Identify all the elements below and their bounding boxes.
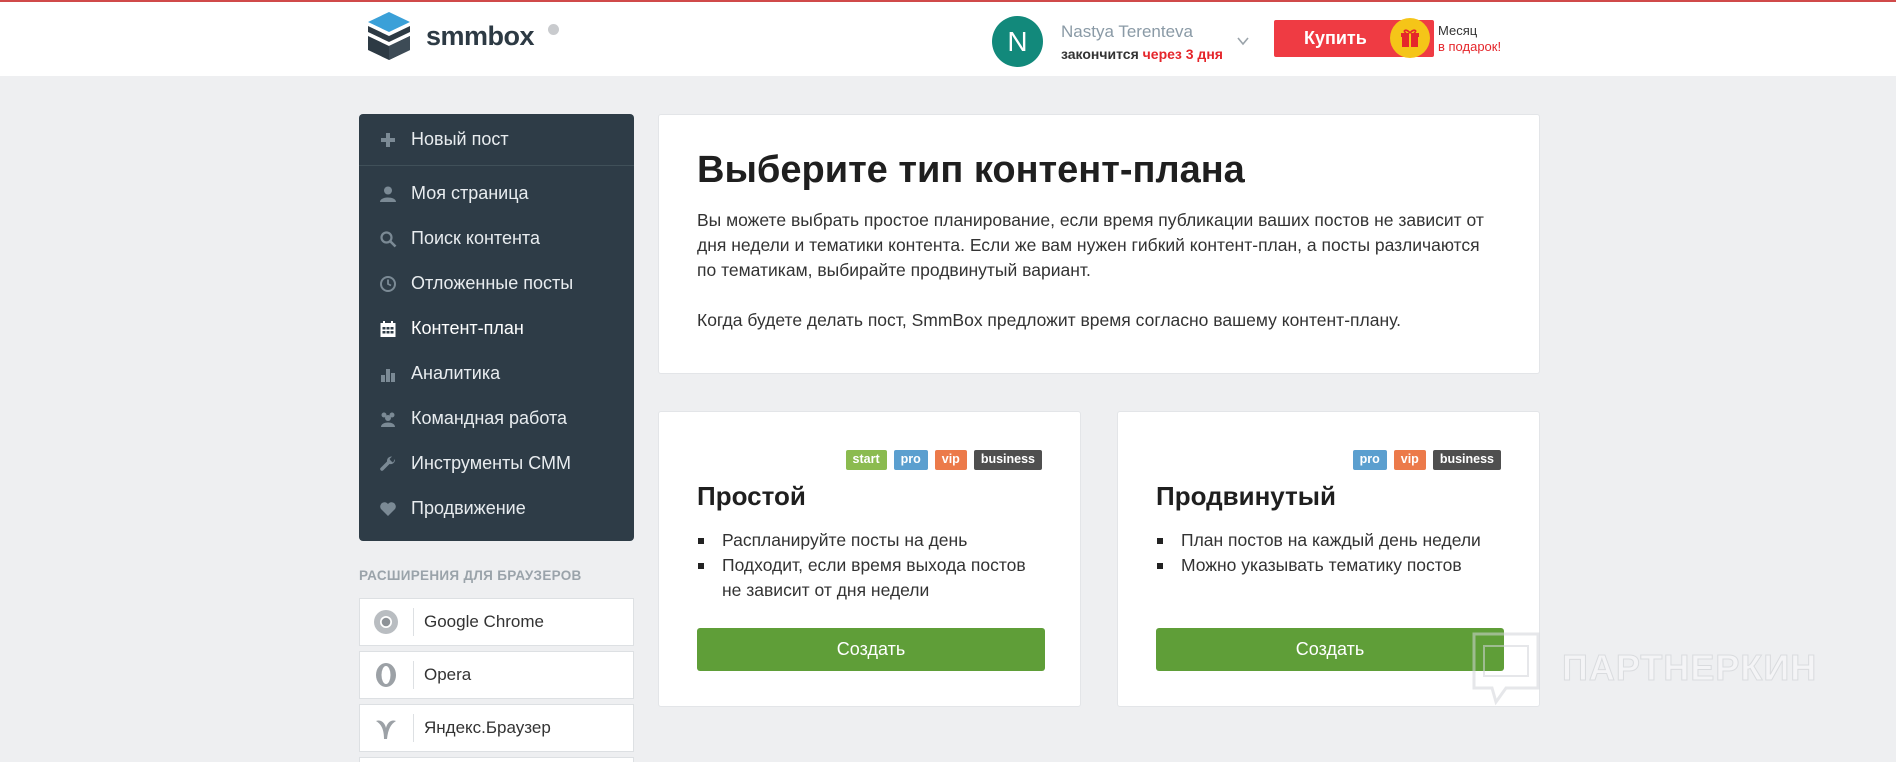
sidebar-nav: Новый пост Моя страница Поиск контента О…: [359, 114, 634, 541]
plan-features: План постов на каждый день недели Можно …: [1156, 528, 1505, 578]
badge-pro: pro: [1352, 450, 1387, 470]
intro-paragraph: Вы можете выбрать простое планирование, …: [697, 210, 1484, 280]
extension-label: Opera: [424, 665, 472, 684]
list-item: Подходит, если время выхода постов не за…: [697, 553, 1046, 603]
search-icon: [380, 230, 397, 247]
sidebar-item-content-plan[interactable]: Контент-план: [359, 306, 634, 351]
extension-partial: [359, 757, 634, 762]
badge-vip: vip: [934, 450, 967, 470]
badge-business: business: [973, 450, 1042, 470]
create-label: Создать: [1295, 639, 1365, 659]
badge-start: start: [845, 450, 887, 470]
wrench-icon: [380, 455, 396, 471]
sidebar-item-label: Инструменты СММ: [411, 453, 572, 473]
plan-badges: start pro vip business: [845, 450, 1042, 470]
watermark-text: ПАРТНЕРКИН: [1561, 647, 1818, 689]
sidebar-item-my-page[interactable]: Моя страница: [359, 171, 634, 216]
user-name: Nastya Terenteva: [1061, 21, 1193, 41]
team-icon: [381, 412, 395, 427]
sidebar-item-smm-tools[interactable]: Инструменты СММ: [359, 441, 634, 486]
sidebar-item-teamwork[interactable]: Командная работа: [359, 396, 634, 441]
opera-icon: [376, 663, 396, 687]
sidebar-item-label: Моя страница: [411, 183, 529, 203]
chevron-down-icon[interactable]: [1236, 34, 1250, 48]
list-item: Распланируйте посты на день: [697, 528, 1046, 553]
sidebar-item-content-search[interactable]: Поиск контента: [359, 216, 634, 261]
intro-paragraph: Когда будете делать пост, SmmBox предлож…: [697, 310, 1401, 330]
chrome-icon: [374, 610, 398, 634]
user-icon: [380, 186, 396, 202]
feature-text: Распланируйте посты на день: [722, 530, 968, 550]
sidebar-item-label: Командная работа: [411, 408, 568, 428]
buy-label: Купить: [1304, 28, 1367, 48]
promo-line-2: в подарок!: [1438, 39, 1502, 54]
expires-value: через 3 дня: [1142, 45, 1223, 62]
extension-chrome[interactable]: Google Chrome: [359, 598, 634, 646]
subscription-status: закончится через 3 дня: [1061, 46, 1223, 62]
sidebar-item-label: Новый пост: [411, 129, 509, 149]
feature-text: Можно указывать тематику постов: [1181, 555, 1462, 575]
create-label: Создать: [836, 639, 906, 659]
badge-business: business: [1432, 450, 1501, 470]
sidebar-item-label: Контент-план: [411, 318, 524, 338]
top-header: smmbox N Nastya Terenteva закончится чер…: [0, 0, 1896, 76]
sidebar-item-label: Продвижение: [411, 498, 526, 518]
intro-card: Выберите тип контент-плана Вы можете выб…: [658, 114, 1540, 374]
plan-title: Продвинутый: [1156, 481, 1336, 511]
sidebar-item-promotion[interactable]: Продвижение: [359, 486, 634, 531]
promo-line-1: Месяц: [1438, 23, 1478, 38]
feature-text: План постов на каждый день недели: [1181, 530, 1481, 550]
sidebar-item-new-post[interactable]: Новый пост: [359, 114, 634, 166]
logo-icon: [368, 12, 410, 60]
watermark: ПАРТНЕРКИН: [1470, 630, 1817, 706]
extension-opera[interactable]: Opera: [359, 651, 634, 699]
expires-prefix: закончится: [1061, 45, 1139, 62]
extensions-title: РАСШИРЕНИЯ ДЛЯ БРАУЗЕРОВ: [359, 568, 582, 583]
calendar-icon: [380, 320, 396, 337]
bar-chart-icon: [381, 368, 395, 382]
sidebar-item-label: Поиск контента: [411, 228, 540, 248]
watermark-logo-icon: [1472, 632, 1540, 706]
create-simple-button[interactable]: Создать: [697, 628, 1045, 671]
sidebar-item-label: Отложенные посты: [411, 273, 574, 293]
badge-pro: pro: [893, 450, 928, 470]
plan-title: Простой: [697, 481, 806, 511]
logo[interactable]: smmbox: [366, 10, 535, 62]
extension-yandex[interactable]: Яндекс.Браузер: [359, 704, 634, 752]
plus-icon: [381, 132, 395, 147]
plan-badges: pro vip business: [1352, 450, 1501, 470]
list-item: Можно указывать тематику постов: [1156, 553, 1505, 578]
feature-text: Подходит, если время выхода постов не за…: [722, 555, 1026, 600]
heart-icon: [380, 501, 396, 516]
list-item: План постов на каждый день недели: [1156, 528, 1505, 553]
badge-vip: vip: [1393, 450, 1426, 470]
page-title: Выберите тип контент-плана: [697, 149, 1245, 191]
sidebar-item-label: Аналитика: [411, 363, 501, 383]
clock-icon: [380, 275, 396, 292]
avatar: N: [992, 16, 1043, 67]
sidebar-item-analytics[interactable]: Аналитика: [359, 351, 634, 396]
promo-text[interactable]: Месяц в подарок!: [1438, 23, 1501, 55]
create-advanced-button[interactable]: Создать: [1156, 628, 1504, 671]
gift-icon[interactable]: [1390, 18, 1430, 58]
status-dot: [548, 24, 559, 35]
yandex-browser-icon: [376, 720, 396, 739]
sidebar-item-scheduled-posts[interactable]: Отложенные посты: [359, 261, 634, 306]
plan-features: Распланируйте посты на день Подходит, ес…: [697, 528, 1046, 603]
user-menu[interactable]: N Nastya Terenteva закончится через 3 дн…: [992, 16, 1223, 67]
logo-text: smmbox: [426, 20, 535, 51]
extension-label: Google Chrome: [424, 612, 545, 631]
plan-card-simple: start pro vip business Простой Распланир…: [658, 411, 1081, 707]
extension-label: Яндекс.Браузер: [424, 718, 551, 737]
